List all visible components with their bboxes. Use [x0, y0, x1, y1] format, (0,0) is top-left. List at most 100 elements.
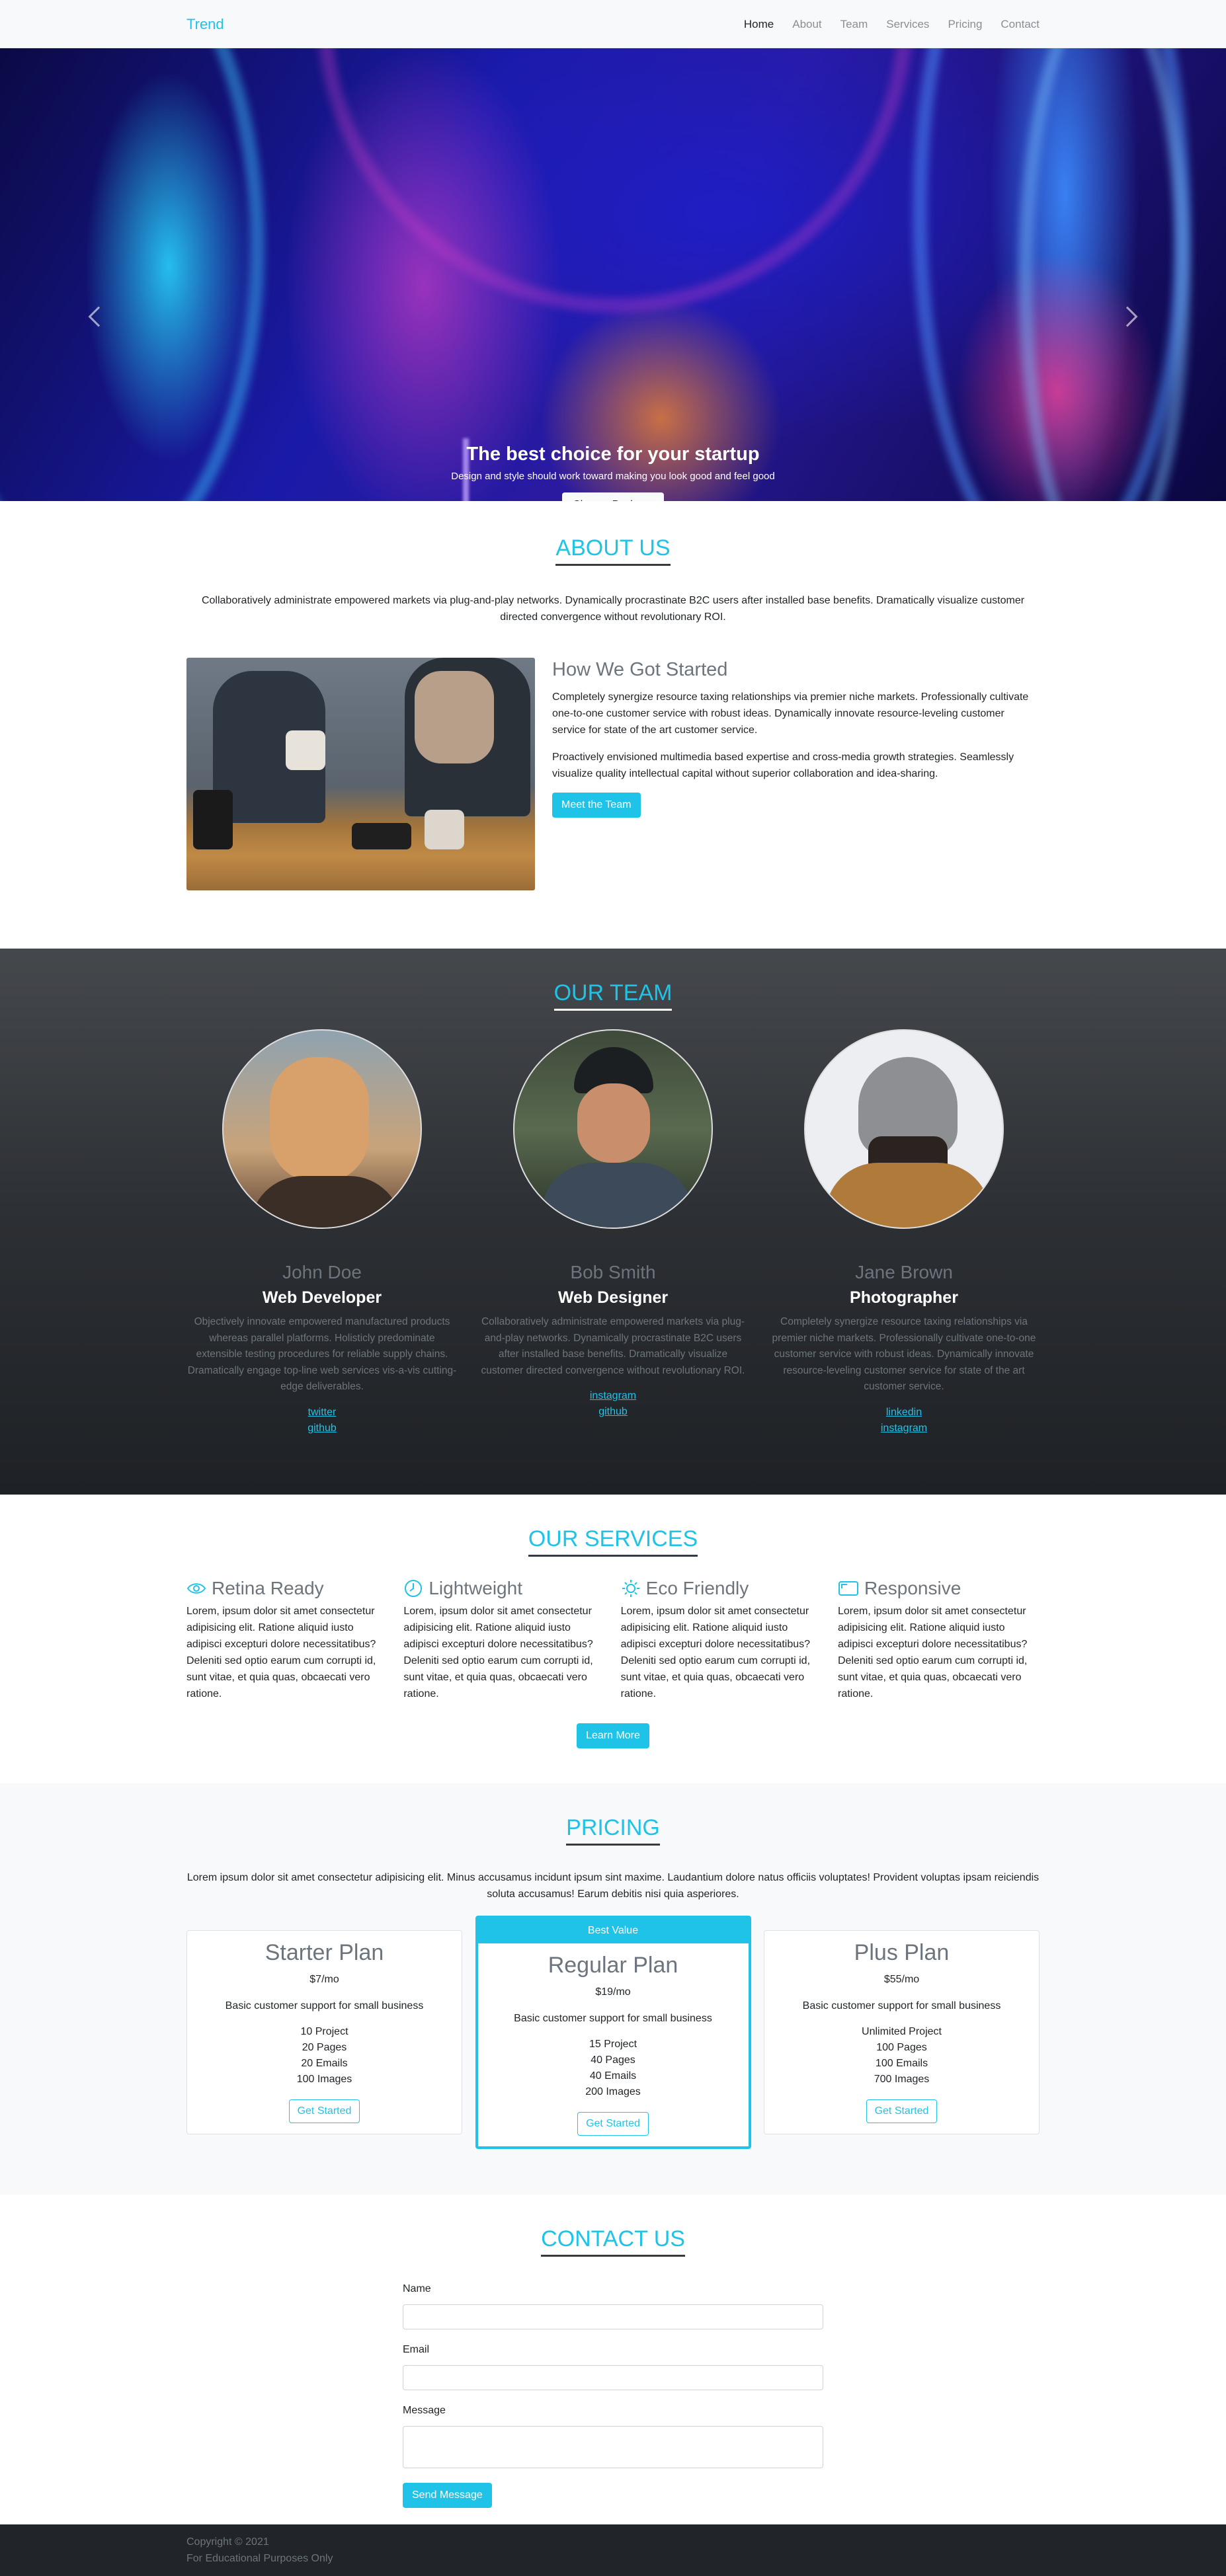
email-field[interactable]: [403, 2365, 823, 2390]
plan-feature: 100 Pages: [876, 2042, 927, 2053]
about-paragraph: Completely synergize resource taxing rel…: [552, 691, 1029, 736]
service-text: Lorem, ipsum dolor sit amet consectetur …: [837, 1606, 1028, 1699]
instagram-link[interactable]: instagram: [768, 1421, 1040, 1436]
message-field[interactable]: [403, 2426, 823, 2468]
member-name: Bob Smith: [570, 1262, 656, 1282]
hero-light-streak: [317, 48, 913, 313]
plan-price: $7/mo: [309, 1974, 339, 1985]
service-title: Responsive: [864, 1578, 961, 1598]
choose-package-button[interactable]: Choose Package: [562, 492, 664, 501]
nav-link-home[interactable]: Home: [744, 18, 774, 31]
linkedin-link[interactable]: linkedin: [768, 1405, 1040, 1421]
plan-description: Basic customer support for small busines…: [802, 2000, 1001, 2011]
pricing-section: PRICING Lorem ipsum dolor sit amet conse…: [0, 1783, 1226, 2195]
service-text: Lorem, ipsum dolor sit amet consectetur …: [186, 1606, 376, 1699]
plan-feature: 15 Project: [589, 2039, 637, 2050]
nav-link-contact[interactable]: Contact: [1001, 18, 1040, 31]
hero-subtitle: Design and style should work toward maki…: [451, 471, 775, 482]
plan-feature: 10 Project: [300, 2026, 348, 2037]
tablet-icon: [838, 1581, 858, 1596]
member-name: Jane Brown: [855, 1262, 953, 1282]
service-title: Lightweight: [429, 1578, 522, 1598]
copyright-text: Copyright © 2021: [186, 2536, 269, 2548]
plan-feature: 20 Emails: [301, 2058, 348, 2069]
nav-link-pricing[interactable]: Pricing: [948, 18, 982, 31]
footer: Copyright © 2021 For Educational Purpose…: [0, 2524, 1226, 2576]
about-section: ABOUT US Collaboratively administrate em…: [0, 501, 1226, 949]
member-role: Web Designer: [557, 1288, 669, 1307]
github-link[interactable]: github: [186, 1421, 458, 1436]
member-bio: Completely synergize resource taxing rel…: [772, 1316, 1036, 1392]
plan-feature: 200 Images: [585, 2086, 641, 2097]
brand-logo[interactable]: Trend: [186, 16, 224, 33]
team-section: OUR TEAM John Doe Web Developer Objectiv…: [0, 949, 1226, 1495]
plan-feature: Unlimited Project: [862, 2026, 942, 2037]
contact-form: Name Email Message Send Message: [403, 2283, 823, 2508]
get-started-button[interactable]: Get Started: [577, 2112, 649, 2136]
navbar: Trend Home About Team Services Pricing C…: [0, 0, 1226, 48]
plan-description: Basic customer support for small busines…: [514, 2013, 712, 2024]
github-link[interactable]: github: [477, 1404, 749, 1420]
service-title: Retina Ready: [212, 1578, 324, 1598]
learn-more-button[interactable]: Learn More: [577, 1723, 649, 1748]
services-heading: OUR SERVICES: [0, 1526, 1226, 1557]
clock-icon: [405, 1580, 423, 1597]
eye-icon: [186, 1583, 206, 1594]
about-heading: ABOUT US: [0, 535, 1226, 566]
about-subheading: How We Got Started: [552, 659, 728, 680]
plan-feature: 40 Pages: [591, 2054, 635, 2066]
nav-link-team[interactable]: Team: [840, 18, 868, 31]
plan-name: Regular Plan: [548, 1953, 678, 1978]
hero-title: The best choice for your startup: [466, 444, 760, 465]
member-role: Web Developer: [262, 1288, 382, 1307]
meet-the-team-button[interactable]: Meet the Team: [552, 793, 641, 818]
about-paragraph: Proactively envisioned multimedia based …: [552, 752, 1014, 779]
avatar: [222, 1029, 422, 1229]
instagram-link[interactable]: instagram: [477, 1388, 749, 1404]
plan-feature: 100 Images: [296, 2074, 352, 2085]
get-started-button[interactable]: Get Started: [288, 2099, 360, 2123]
service-card: Lightweight Lorem, ipsum dolor sit amet …: [403, 1578, 605, 1702]
service-card: Responsive Lorem, ipsum dolor sit amet c…: [838, 1578, 1040, 1702]
contact-section: CONTACT US Name Email Message Send Messa…: [0, 2195, 1226, 2524]
best-value-badge: Best Value: [477, 1918, 749, 1943]
sun-icon: [622, 1580, 639, 1597]
get-started-button[interactable]: Get Started: [866, 2099, 938, 2123]
team-heading: OUR TEAM: [0, 980, 1226, 1011]
footer-note: For Educational Purposes Only: [186, 2553, 333, 2564]
pricing-heading: PRICING: [0, 1815, 1226, 1846]
hero-carousel: The best choice for your startup Design …: [0, 48, 1226, 501]
service-card: Eco Friendly Lorem, ipsum dolor sit amet…: [621, 1578, 823, 1702]
pricing-intro: Lorem ipsum dolor sit amet consectetur a…: [186, 1872, 1040, 1900]
member-role: Photographer: [850, 1288, 958, 1307]
avatar: [513, 1029, 713, 1229]
nav-links: Home About Team Services Pricing Contact: [744, 18, 1040, 31]
nav-link-about[interactable]: About: [792, 18, 821, 31]
plan-feature: 100 Emails: [875, 2058, 928, 2069]
hero-light-streak: [1018, 48, 1190, 501]
member-bio: Collaboratively administrate empowered m…: [481, 1316, 745, 1376]
plan-price: $19/mo: [595, 1986, 631, 1998]
message-label: Message: [403, 2405, 446, 2416]
about-intro: Collaboratively administrate empowered m…: [201, 595, 1025, 623]
plan-price: $55/mo: [883, 1974, 920, 1985]
plan-name: Starter Plan: [265, 1940, 384, 1965]
plan-description: Basic customer support for small busines…: [225, 2000, 424, 2011]
name-field[interactable]: [403, 2304, 823, 2329]
hero-caption: The best choice for your startup Design …: [0, 444, 1226, 501]
hero-light-streak: [0, 48, 265, 501]
service-text: Lorem, ipsum dolor sit amet consectetur …: [620, 1606, 811, 1699]
service-title: Eco Friendly: [645, 1578, 749, 1598]
nav-link-services[interactable]: Services: [886, 18, 929, 31]
service-card: Retina Ready Lorem, ipsum dolor sit amet…: [186, 1578, 388, 1702]
twitter-link[interactable]: twitter: [186, 1405, 458, 1421]
plan-feature: 700 Images: [874, 2074, 930, 2085]
services-section: OUR SERVICES Retina Ready Lorem, ipsum d…: [0, 1495, 1226, 1783]
pricing-card-starter: Starter Plan $7/mo Basic customer suppor…: [186, 1930, 462, 2134]
plan-name: Plus Plan: [854, 1940, 950, 1965]
send-message-button[interactable]: Send Message: [403, 2483, 492, 2508]
contact-heading: CONTACT US: [0, 2226, 1226, 2257]
pricing-card-plus: Plus Plan $55/mo Basic customer support …: [764, 1930, 1040, 2134]
member-bio: Objectively innovate empowered manufactu…: [187, 1316, 457, 1392]
plan-feature: 20 Pages: [302, 2042, 347, 2053]
